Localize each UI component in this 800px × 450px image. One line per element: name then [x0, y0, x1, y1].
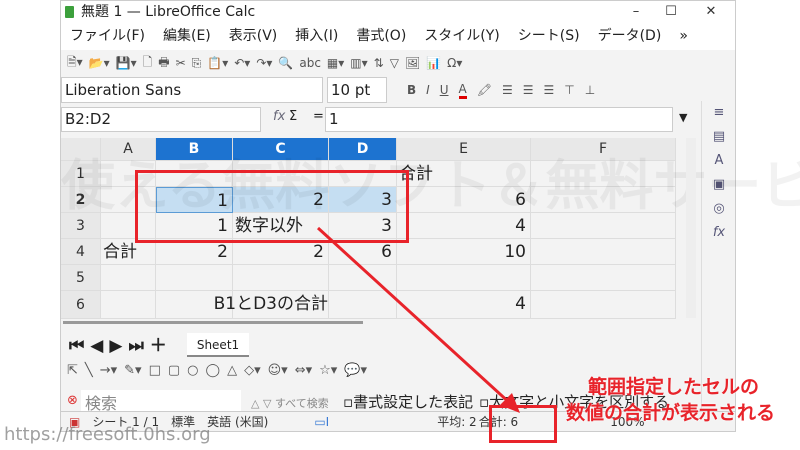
- annotation-line-2: 数値の合計が表示される: [566, 402, 776, 424]
- watermark-url: https://freesoft.0hs.org: [4, 424, 211, 445]
- annotation-line-1: 範囲指定したセルの: [588, 376, 760, 398]
